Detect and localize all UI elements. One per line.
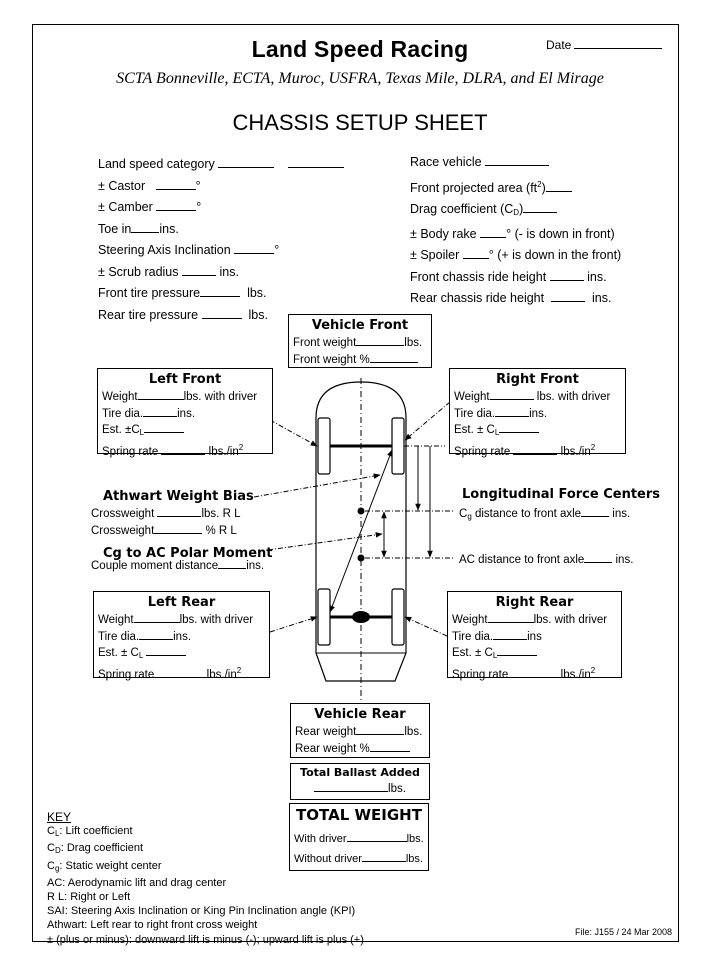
- field-land-speed-category[interactable]: Land speed category: [98, 154, 345, 176]
- field-front-chassis-ride-height[interactable]: Front chassis ride height ins.: [410, 267, 621, 289]
- rr-spring-field[interactable]: Spring rate lbs./in2: [452, 664, 617, 683]
- field-front-projected-area[interactable]: Front projected area (ft2): [410, 174, 621, 200]
- lr-tire-field[interactable]: Tire dia. ins.: [98, 628, 265, 645]
- ballast-box: Total Ballast Added lbs.: [290, 763, 430, 800]
- left-rear-box: Left Rear Weight lbs. with driver Tire di…: [93, 591, 270, 681]
- vehicle-rear-title: Vehicle Rear: [314, 707, 406, 722]
- field-scrub-radius[interactable]: ± Scrub radius ins.: [98, 262, 344, 284]
- crossweight-lbs-field[interactable]: Crossweight lbs. R L: [91, 505, 240, 522]
- front-weight-pct-field[interactable]: Front weight %: [293, 351, 427, 368]
- lf-tire-field[interactable]: Tire dia. ins.: [102, 405, 268, 422]
- field-body-rake[interactable]: ± Body rake ° (- is down in front): [410, 224, 621, 246]
- left-rear-title: Left Rear: [147, 595, 216, 610]
- right-rear-title: Right Rear: [495, 595, 574, 610]
- rear-weight-field[interactable]: Rear weight lbs.: [295, 723, 425, 740]
- left-front-box: Left Front Weight lbs. with driver Tire d…: [97, 368, 273, 458]
- lr-est-cl-field[interactable]: Est. ± CL: [98, 644, 265, 664]
- key-item: AC: Aerodynamic lift and drag center: [47, 876, 227, 889]
- rear-weight-pct-field[interactable]: Rear weight %: [295, 740, 425, 757]
- field-front-tire-pressure[interactable]: Front tire pressure lbs.: [98, 283, 344, 305]
- vehicle-front-box: Vehicle Front Front weight lbs. Front wei…: [288, 314, 432, 368]
- field-drag-coefficient[interactable]: Drag coefficient (CD): [410, 199, 621, 224]
- rf-weight-field[interactable]: Weight lbs. with driver: [454, 388, 621, 405]
- couple-moment-field[interactable]: Couple moment distance ins.: [91, 557, 264, 572]
- field-toe-in[interactable]: Toe in ins.: [98, 219, 344, 241]
- front-weight-field[interactable]: Front weight lbs.: [293, 334, 427, 351]
- left-field-list: Land speed category ± Castor ° ± Camber …: [98, 154, 345, 326]
- vehicle-front-title: Vehicle Front: [311, 318, 409, 333]
- date-field[interactable]: Date: [546, 37, 663, 52]
- right-rear-box: Right Rear Weight lbs. with driver Tire d…: [447, 591, 622, 681]
- athwart-fields: Crossweight lbs. R L Crossweight % R L: [91, 505, 240, 539]
- sheet-title: CHASSIS SETUP SHEET: [232, 110, 488, 135]
- cg-distance-field[interactable]: Cg distance to front axle ins.: [459, 505, 630, 521]
- ballast-field[interactable]: lbs.: [295, 780, 425, 797]
- crossweight-pct-field[interactable]: Crossweight % R L: [91, 522, 240, 539]
- field-race-vehicle[interactable]: Race vehicle: [410, 152, 621, 174]
- lr-weight-field[interactable]: Weight lbs. with driver: [98, 611, 265, 628]
- key-item: SAI: Steering Axis Inclination or King P…: [47, 905, 356, 918]
- rr-tire-field[interactable]: Tire dia. ins: [452, 628, 617, 645]
- right-front-title: Right Front: [496, 372, 579, 387]
- athwart-title: Athwart Weight Bias: [103, 489, 254, 504]
- rr-est-cl-field[interactable]: Est. ± CL: [452, 644, 617, 664]
- longitudinal-title: Longitudinal Force Centers: [462, 487, 661, 502]
- rf-tire-field[interactable]: Tire dia. ins.: [454, 405, 621, 422]
- right-field-list: Race vehicle Front projected area (ft2) …: [410, 152, 621, 310]
- field-camber[interactable]: ± Camber °: [98, 197, 344, 219]
- field-rear-chassis-ride-height[interactable]: Rear chassis ride height ins.: [410, 288, 621, 310]
- key-item: CD: Drag coefficient: [47, 842, 144, 856]
- field-steering-axis-inclination[interactable]: Steering Axis Inclination °: [98, 240, 344, 262]
- subtitle: SCTA Bonneville, ECTA, Muroc, USFRA, Tex…: [116, 70, 604, 87]
- key-item: R L: Right or Left: [47, 891, 131, 904]
- date-label: Date: [546, 38, 572, 52]
- lf-weight-field[interactable]: Weight lbs. with driver: [102, 388, 268, 405]
- key-legend: KEY CL: Lift coefficient CD: Drag coeffi…: [47, 810, 364, 947]
- key-item: Athwart: Left rear to right front cross …: [47, 919, 258, 932]
- rr-weight-field[interactable]: Weight lbs. with driver: [452, 611, 617, 628]
- lf-est-cl-field[interactable]: Est. ±CL: [102, 421, 268, 441]
- rf-est-cl-field[interactable]: Est. ± CL: [454, 421, 621, 441]
- key-item: Cg: Static weight center: [47, 859, 162, 873]
- date-blank[interactable]: [574, 37, 663, 49]
- lf-spring-field[interactable]: Spring rate lbs./in2: [102, 441, 268, 460]
- ballast-title: Total Ballast Added: [300, 766, 420, 779]
- right-front-box: Right Front Weight lbs. with driver Tire…: [449, 368, 626, 458]
- rf-spring-field[interactable]: Spring rate lbs./in2: [454, 441, 621, 460]
- key-title: KEY: [47, 810, 72, 824]
- file-reference: File: J155 / 24 Mar 2008: [575, 927, 673, 937]
- field-castor[interactable]: ± Castor °: [98, 176, 344, 198]
- ac-distance-field[interactable]: AC distance to front axle ins.: [459, 551, 633, 566]
- field-spoiler[interactable]: ± Spoiler ° (+ is down in the front): [410, 245, 621, 267]
- key-item: CL: Lift coefficient: [47, 825, 133, 839]
- left-front-title: Left Front: [148, 372, 222, 387]
- lr-spring-field[interactable]: Spring rate lbs./in2: [98, 664, 265, 683]
- vehicle-rear-box: Vehicle Rear Rear weight lbs. Rear weight…: [290, 703, 430, 758]
- key-item: ± (plus or minus): downward lift is minu…: [47, 933, 364, 946]
